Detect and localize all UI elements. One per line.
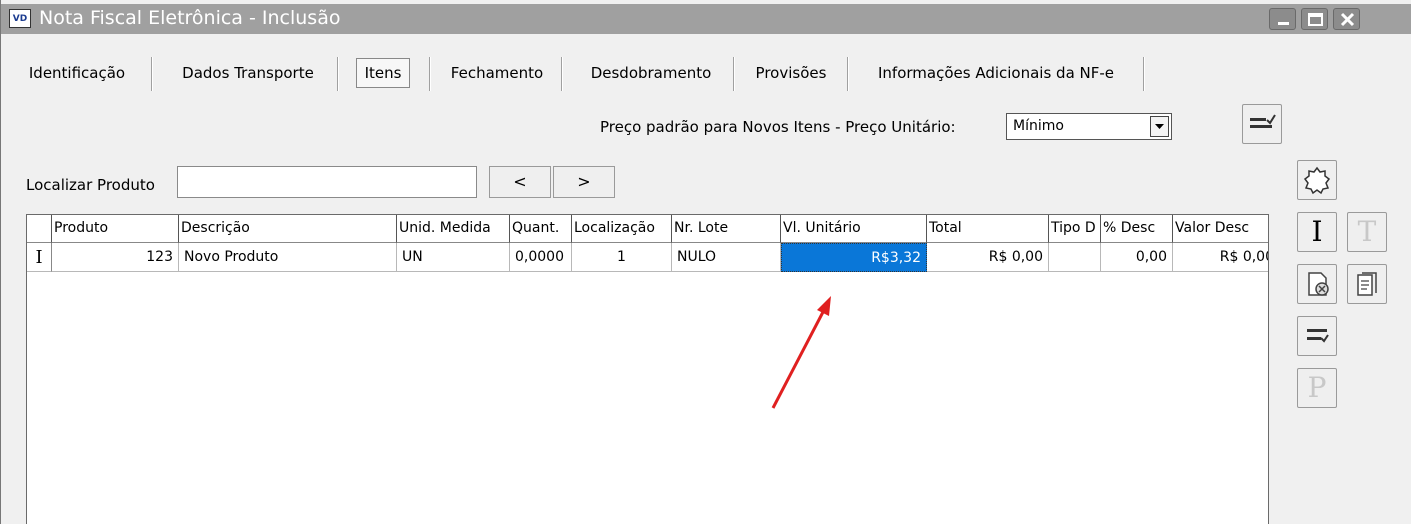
maximize-button[interactable] — [1301, 8, 1328, 30]
cell-unid-medida[interactable]: UN — [397, 243, 510, 272]
previous-button[interactable]: < — [489, 166, 551, 198]
edit-document-button[interactable] — [1347, 264, 1387, 304]
row-indicator: I — [27, 243, 52, 272]
cell-localizacao[interactable]: 1 — [572, 243, 672, 272]
tab-fechamento[interactable]: Fechamento — [435, 55, 559, 91]
column-header-nr-lote[interactable]: Nr. Lote — [672, 215, 781, 243]
tab-separator — [847, 57, 849, 91]
close-button[interactable] — [1333, 8, 1360, 30]
cell-descricao[interactable]: Novo Produto — [179, 243, 397, 272]
tab-informacoes-adicionais[interactable]: Informações Adicionais da NF-e — [851, 55, 1141, 91]
cell-valor-desc[interactable]: R$ 0,00 — [1173, 243, 1268, 272]
column-header-valor-desc[interactable]: Valor Desc — [1173, 215, 1268, 243]
app-icon: VD — [9, 9, 31, 28]
column-header-produto[interactable]: Produto — [52, 215, 179, 243]
tab-label: Identificação — [28, 64, 126, 82]
search-input[interactable] — [177, 166, 477, 198]
column-header-localizacao[interactable]: Localização — [572, 215, 672, 243]
next-button[interactable]: > — [553, 166, 615, 198]
minimize-icon — [1278, 22, 1289, 25]
t-button-disabled[interactable]: T — [1347, 212, 1387, 252]
main-window: VD Nota Fiscal Eletrônica - Inclusão Ide… — [0, 0, 1411, 524]
tab-separator — [337, 57, 339, 91]
title-bar[interactable]: VD Nota Fiscal Eletrônica - Inclusão — [1, 4, 1411, 34]
dropdown-arrow-button[interactable] — [1150, 116, 1169, 137]
grid-header-corner — [27, 215, 52, 243]
price-default-label: Preço padrão para Novos Itens - Preço Un… — [600, 118, 956, 136]
tab-separator — [561, 57, 563, 91]
insert-button[interactable]: I — [1297, 212, 1337, 252]
cell-produto[interactable]: 123 — [52, 243, 179, 272]
document-edit-icon — [1357, 272, 1377, 296]
tab-identificacao[interactable]: Identificação — [13, 55, 141, 91]
annotation-arrow — [771, 296, 831, 409]
tab-separator — [151, 57, 153, 91]
seal-icon — [1303, 166, 1331, 195]
new-item-button[interactable] — [1297, 160, 1337, 200]
column-header-tipo-desc[interactable]: Tipo D — [1049, 215, 1101, 243]
tab-separator — [1143, 57, 1145, 91]
cell-total[interactable]: R$ 0,00 — [927, 243, 1049, 272]
tab-desdobramento[interactable]: Desdobramento — [565, 55, 737, 91]
minimize-button[interactable] — [1269, 8, 1296, 30]
tab-label: Fechamento — [450, 64, 544, 82]
chevron-down-icon — [1155, 124, 1164, 129]
close-icon — [1340, 12, 1355, 27]
column-header-quant[interactable]: Quant. — [510, 215, 572, 243]
list-check-button[interactable] — [1242, 104, 1282, 144]
list-options-button[interactable] — [1297, 316, 1337, 356]
cell-vl-unitario[interactable]: R$3,32 — [781, 243, 927, 272]
column-header-descricao[interactable]: Descrição — [179, 215, 397, 243]
tab-itens[interactable]: Itens — [343, 55, 423, 91]
column-header-perc-desc[interactable]: % Desc — [1101, 215, 1173, 243]
p-button-disabled[interactable]: P — [1297, 368, 1337, 408]
cell-quant[interactable]: 0,0000 — [510, 243, 572, 272]
items-grid[interactable]: Produto Descrição Unid. Medida Quant. Lo… — [26, 214, 1269, 524]
tab-separator — [429, 57, 431, 91]
tab-label: Desdobramento — [590, 64, 712, 82]
tab-separator — [733, 57, 735, 91]
tab-label: Itens — [355, 58, 411, 88]
document-delete-icon — [1308, 272, 1329, 296]
search-label: Localizar Produto — [26, 176, 155, 194]
cell-nr-lote[interactable]: NULO — [672, 243, 781, 272]
list-lines-icon — [1307, 329, 1329, 343]
list-check-icon — [1250, 114, 1276, 128]
tab-dados-transporte[interactable]: Dados Transporte — [159, 55, 337, 91]
window-title: Nota Fiscal Eletrônica - Inclusão — [39, 7, 341, 29]
delete-document-button[interactable] — [1297, 264, 1337, 304]
column-header-vl-unitario[interactable]: Vl. Unitário — [781, 215, 927, 243]
column-header-unid-medida[interactable]: Unid. Medida — [397, 215, 510, 243]
cell-perc-desc[interactable]: 0,00 — [1101, 243, 1173, 272]
tab-label: Provisões — [755, 64, 827, 82]
tab-label: Informações Adicionais da NF-e — [877, 64, 1115, 82]
tab-provisoes[interactable]: Provisões — [737, 55, 845, 91]
cell-tipo-desc[interactable] — [1049, 243, 1101, 272]
price-select-value: Mínimo — [1013, 118, 1064, 134]
maximize-icon — [1308, 13, 1323, 26]
price-default-select[interactable]: Mínimo — [1006, 113, 1172, 140]
tab-label: Dados Transporte — [182, 64, 314, 82]
column-header-total[interactable]: Total — [927, 215, 1049, 243]
